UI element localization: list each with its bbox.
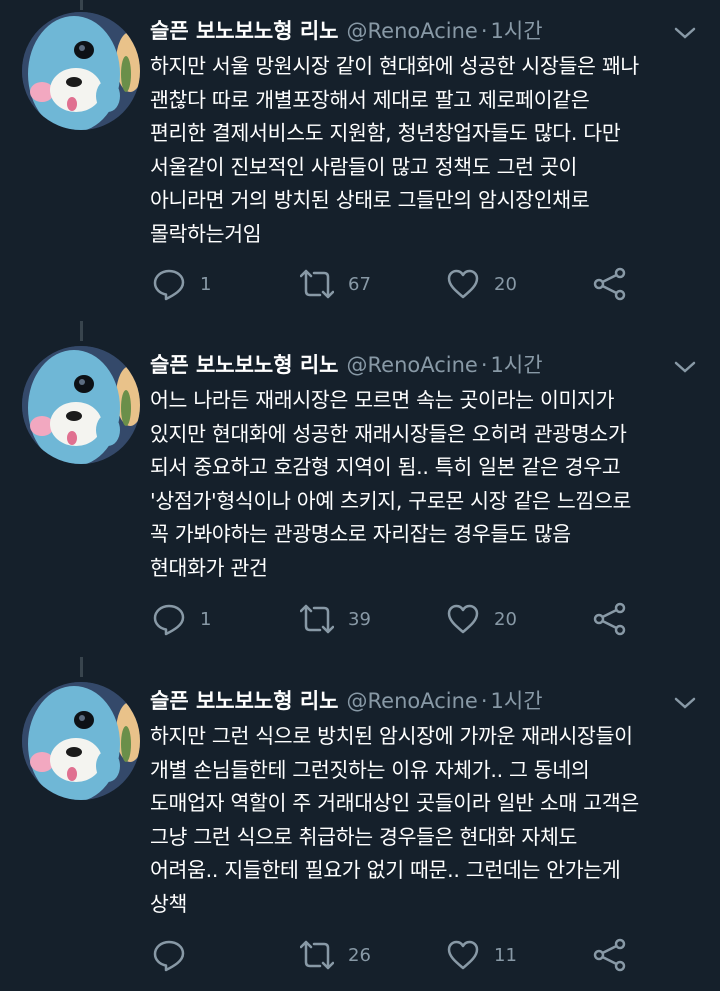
avatar[interactable] [22,682,140,800]
text-line: '상점가'형식이나 아예 츠키지, 구로몬 시장 같은 느낌으로 [150,488,632,513]
text-line: 편리한 결제서비스도 지원함, 청년창업자들도 많다. 다만 [150,121,621,145]
tweet-header: 슬픈 보노보노형 리노 @RenoAcine · 1시간 [150,16,543,46]
share-button[interactable] [593,937,627,973]
retweet-button[interactable]: 26 [300,937,371,973]
reply-button[interactable] [152,937,200,973]
tweet-header: 슬픈 보노보노형 리노 @RenoAcine · 1시간 [150,686,543,716]
text-line: 어려움.. 지들한테 필요가 없기 때문.. 그런데는 안가는게 [150,858,621,882]
like-count: 20 [494,608,517,630]
timestamp[interactable]: 1시간 [491,19,543,43]
chevron-down-icon[interactable] [672,358,698,376]
user-handle[interactable]: @RenoAcine [347,353,478,377]
retweet-button[interactable]: 39 [300,601,371,637]
reply-icon [153,940,185,972]
reply-button[interactable]: 1 [152,266,211,302]
reply-count: 1 [200,273,212,295]
avatar[interactable] [22,346,140,464]
retweet-icon [300,940,334,970]
retweet-icon [300,604,334,634]
share-icon [593,938,626,972]
tweet-text: 하지만 그런 식으로 방치된 암시장에 가까운 재래시장들이 개별 손님들한테 … [150,720,710,921]
text-line: 도매업자 역할이 주 거래대상인 곳들이라 일반 소매 고객은 [150,791,639,815]
thread-line-top [80,321,83,341]
chevron-down-icon[interactable] [672,24,698,42]
retweet-count: 26 [348,944,371,966]
text-line: 몰락하는거임 [150,221,262,246]
text-line: 개별 손님들한테 그런짓하는 이유 자체가.. 그 동네의 [150,757,590,782]
tweet-text: 하지만 서울 망원시장 같이 현대화에 성공한 시장들은 꽤나 괜찮다 따로 개… [150,50,710,251]
tweet-text: 어느 나라든 재래시장은 모르면 속는 곳이라는 이미지가 있지만 현대화에 성… [150,384,710,585]
reply-icon [153,604,185,636]
text-line: 꼭 가봐야하는 관광명소로 자리잡는 경우들도 많음 [150,522,571,546]
separator-dot: · [480,353,488,377]
retweet-icon [300,269,334,299]
heart-icon [447,940,479,970]
timestamp[interactable]: 1시간 [491,353,543,377]
user-handle[interactable]: @RenoAcine [347,689,478,713]
text-line: 하지만 그런 식으로 방치된 암시장에 가까운 재래시장들이 [150,724,633,748]
display-name[interactable]: 슬픈 보노보노형 리노 [150,353,339,377]
display-name[interactable]: 슬픈 보노보노형 리노 [150,689,339,713]
heart-icon [447,604,479,634]
retweet-count: 39 [348,608,371,630]
separator-dot: · [480,19,488,43]
timestamp[interactable]: 1시간 [491,689,543,713]
reply-icon [153,269,185,301]
display-name[interactable]: 슬픈 보노보노형 리노 [150,19,339,43]
text-line: 되서 중요하고 호감형 지역이 됨.. 특히 일본 같은 경우고 [150,455,621,479]
retweet-count: 67 [348,273,371,295]
thread-line-top [80,657,83,677]
share-icon [593,267,626,301]
separator-dot: · [480,689,488,713]
share-button[interactable] [593,266,627,302]
text-line: 현대화가 관건 [150,555,268,580]
text-line: 하지만 서울 망원시장 같이 현대화에 성공한 시장들은 꽤나 [150,54,639,78]
text-line: 상책 [150,891,188,916]
share-button[interactable] [593,601,627,637]
text-line: 어느 나라든 재래시장은 모르면 속는 곳이라는 이미지가 [150,388,615,412]
chevron-down-icon[interactable] [672,694,698,712]
like-count: 20 [494,273,517,295]
text-line: 아니라면 거의 방치된 상태로 그들만의 암시장인채로 [150,188,590,212]
text-line: 괜찮다 따로 개별포장해서 제대로 팔고 제로페이같은 [150,87,590,112]
tweet-actions: 1 67 20 [150,266,650,302]
retweet-button[interactable]: 67 [300,266,371,302]
text-line: 있지만 현대화에 성공한 재래시장들은 오히려 관광명소가 [150,421,627,446]
like-button[interactable]: 11 [446,937,517,973]
tweet-header: 슬픈 보노보노형 리노 @RenoAcine · 1시간 [150,350,543,380]
user-handle[interactable]: @RenoAcine [347,19,478,43]
tweet-actions: 1 39 20 [150,601,650,637]
share-icon [593,602,626,636]
reply-button[interactable]: 1 [152,601,211,637]
heart-icon [447,269,479,299]
thread-line-top [80,0,83,10]
text-line: 그냥 그런 식으로 취급하는 경우들은 현대화 자체도 [150,824,578,849]
like-button[interactable]: 20 [446,266,517,302]
like-button[interactable]: 20 [446,601,517,637]
reply-count: 1 [200,608,212,630]
avatar[interactable] [22,12,140,130]
tweet-actions: 26 11 [150,937,650,973]
text-line: 서울같이 진보적인 사람들이 많고 정책도 그런 곳이 [150,154,578,179]
like-count: 11 [494,944,517,966]
